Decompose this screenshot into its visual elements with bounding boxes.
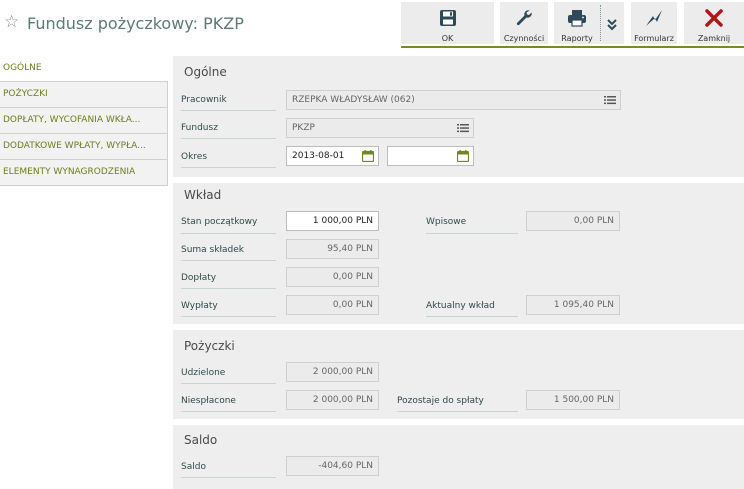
section-divider bbox=[173, 419, 744, 425]
formularz-button[interactable]: Formularz bbox=[631, 2, 677, 44]
section-divider bbox=[173, 177, 744, 183]
niesplacone-field: 2 000,00 PLN bbox=[286, 390, 379, 410]
raporty-button[interactable]: Raporty bbox=[554, 2, 600, 44]
formularz-label: Formularz bbox=[634, 34, 674, 43]
sidebar-nav: OGÓLNE POŻYCZKI DOPŁATY, WYCOFANIA WKŁA.… bbox=[0, 56, 168, 186]
double-chevron-down-icon bbox=[600, 14, 624, 36]
sidebar-item-dodatkowe-wplaty[interactable]: DODATKOWE WPŁATY, WYPŁA... bbox=[0, 134, 168, 160]
aktualny-wklad-field: 1 095,40 PLN bbox=[526, 295, 620, 315]
stan-poczatkowy-label: Stan początkowy bbox=[181, 217, 258, 227]
ok-label: OK bbox=[441, 34, 454, 43]
sidebar-item-elementy-wynagrodzenia[interactable]: ELEMENTY WYNAGRODZENIA bbox=[0, 160, 168, 186]
raporty-label: Raporty bbox=[561, 34, 593, 43]
list-icon[interactable] bbox=[604, 94, 616, 106]
favorite-star-icon[interactable]: ☆ bbox=[4, 13, 19, 31]
pracownik-label: Pracownik bbox=[181, 95, 227, 105]
form-lightning-icon bbox=[631, 7, 677, 29]
calendar-icon[interactable] bbox=[362, 150, 374, 162]
zamknij-button[interactable]: Zamknij bbox=[684, 2, 744, 44]
pozostaje-do-splaty-label: Pozostaje do spłaty bbox=[397, 396, 484, 406]
okres-to-field[interactable] bbox=[387, 146, 474, 166]
fundusz-label: Fundusz bbox=[181, 123, 218, 133]
udzielone-label: Udzielone bbox=[181, 368, 226, 378]
section-title-pozyczki: Pożyczki bbox=[184, 339, 235, 353]
okres-label: Okres bbox=[181, 152, 208, 162]
ok-button[interactable]: OK bbox=[401, 2, 494, 44]
close-icon bbox=[684, 7, 744, 29]
fundusz-value: PKZP bbox=[292, 123, 315, 133]
sidebar-item-doplaty[interactable]: DOPŁATY, WYCOFANIA WKŁA... bbox=[0, 108, 168, 134]
pracownik-field[interactable]: RZEPKA WŁADYSŁAW (062) bbox=[286, 90, 621, 110]
sidebar-item-ogolne[interactable]: OGÓLNE bbox=[0, 56, 168, 82]
toolbar-underline bbox=[401, 46, 744, 48]
more-actions-button[interactable] bbox=[600, 2, 624, 44]
sidebar-item-pozyczki[interactable]: POŻYCZKI bbox=[0, 82, 168, 108]
czynnosci-label: Czynności bbox=[503, 34, 545, 43]
wrench-icon bbox=[500, 7, 548, 29]
aktualny-wklad-label: Aktualny wkład bbox=[426, 301, 495, 311]
wyplaty-field: 0,00 PLN bbox=[286, 295, 379, 315]
save-icon bbox=[401, 7, 494, 29]
niesplacone-label: Niespłacone bbox=[181, 396, 236, 406]
header: ☆ Fundusz pożyczkowy: PKZP OK Czynności bbox=[0, 0, 744, 48]
printer-icon bbox=[554, 7, 600, 29]
udzielone-field: 2 000,00 PLN bbox=[286, 362, 379, 382]
section-divider bbox=[173, 324, 744, 330]
saldo-label: Saldo bbox=[181, 462, 206, 472]
wpisowe-field: 0,00 PLN bbox=[526, 211, 620, 231]
wyplaty-label: Wypłaty bbox=[181, 301, 218, 311]
stan-poczatkowy-field[interactable]: 1 000,00 PLN bbox=[286, 211, 379, 231]
okres-from-value: 2013-08-01 bbox=[292, 151, 345, 161]
section-title-wklad: Wkład bbox=[184, 188, 222, 202]
page-title: Fundusz pożyczkowy: PKZP bbox=[27, 14, 244, 33]
calendar-icon[interactable] bbox=[457, 150, 469, 162]
okres-from-field[interactable]: 2013-08-01 bbox=[286, 146, 379, 166]
zamknij-label: Zamknij bbox=[697, 34, 731, 43]
suma-skladek-field: 95,40 PLN bbox=[286, 239, 379, 259]
section-title-saldo: Saldo bbox=[184, 433, 218, 447]
section-title-ogolne: Ogólne bbox=[184, 65, 227, 79]
list-icon[interactable] bbox=[457, 122, 469, 134]
fundusz-field[interactable]: PKZP bbox=[286, 118, 474, 138]
pracownik-value: RZEPKA WŁADYSŁAW (062) bbox=[292, 95, 415, 105]
doplaty-field: 0,00 PLN bbox=[286, 267, 379, 287]
pozostaje-do-splaty-field: 1 500,00 PLN bbox=[526, 390, 620, 410]
czynnosci-button[interactable]: Czynności bbox=[500, 2, 548, 44]
doplaty-label: Dopłaty bbox=[181, 273, 217, 283]
saldo-field: -404,60 PLN bbox=[286, 456, 379, 476]
wpisowe-label: Wpisowe bbox=[426, 217, 467, 227]
suma-skladek-label: Suma składek bbox=[181, 245, 244, 255]
